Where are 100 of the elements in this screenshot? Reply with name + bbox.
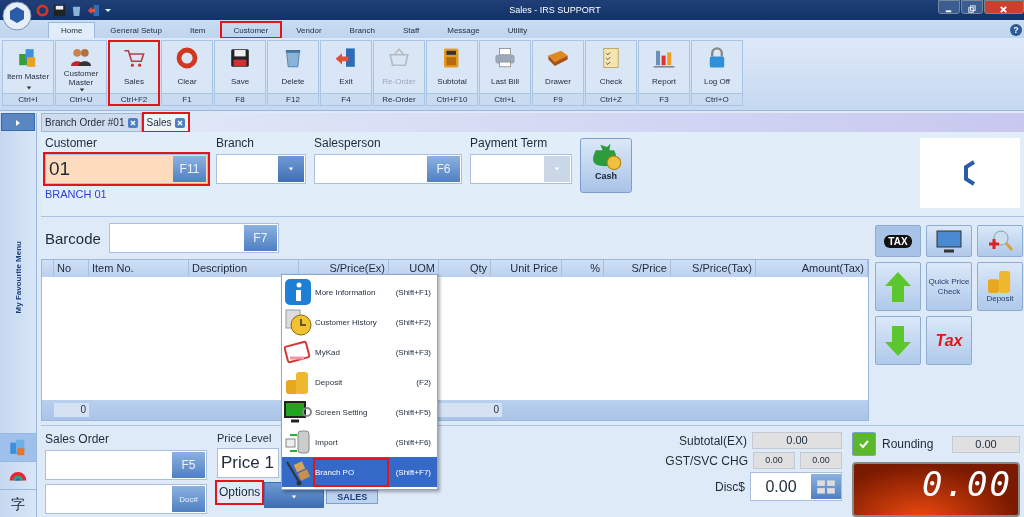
minimize-button[interactable] xyxy=(938,0,960,14)
restore-icon xyxy=(967,5,977,14)
monitor-icon xyxy=(934,229,964,253)
ribbon-button[interactable]: Exit F4 xyxy=(320,40,372,106)
ribbon-tab[interactable]: Item xyxy=(176,22,219,38)
ribbon-button[interactable]: Save F8 xyxy=(214,40,266,106)
column-header[interactable]: % xyxy=(562,260,604,277)
service-charge-value: 0.00 xyxy=(800,452,842,469)
column-header[interactable]: Unit Price xyxy=(491,260,562,277)
field-label: Salesperson xyxy=(314,136,382,150)
field-label: Barcode xyxy=(45,229,101,247)
price-level-field[interactable]: Price 1 xyxy=(217,448,279,478)
door-arrow-icon xyxy=(334,46,358,70)
deposit-button[interactable]: Deposit xyxy=(977,262,1023,311)
quick-price-check-button[interactable]: Quick Price Check xyxy=(926,262,972,311)
rounding-label: Rounding xyxy=(882,437,934,451)
customer-field[interactable]: 01 F11 xyxy=(45,154,208,184)
caret-icon xyxy=(554,166,560,172)
close-icon xyxy=(999,5,1009,14)
field-label: Options xyxy=(217,482,263,503)
database-icon xyxy=(284,428,312,456)
printer-icon xyxy=(493,46,517,70)
ribbon-button[interactable]: Log Off Ctrl+O xyxy=(691,40,743,106)
ribbon-tab[interactable]: Home xyxy=(48,22,96,38)
floppy-icon[interactable] xyxy=(53,3,66,17)
info-icon xyxy=(284,278,312,306)
hand-truck-icon xyxy=(284,458,312,486)
menu-item[interactable]: Deposit (F2) xyxy=(282,367,437,397)
ribbon-button[interactable]: Sales Ctrl+F2 xyxy=(108,40,160,106)
document-tab[interactable]: Branch Order #01 xyxy=(41,113,142,132)
column-header[interactable]: Amount(Tax) xyxy=(756,260,868,277)
document-tab[interactable]: Sales xyxy=(142,113,189,132)
gst-value: 0.00 xyxy=(753,452,795,469)
help-icon[interactable]: ? xyxy=(1010,24,1022,36)
restore-button[interactable] xyxy=(961,0,983,14)
ribbon-button[interactable]: Delete F12 xyxy=(267,40,319,106)
arrow-down-icon xyxy=(883,323,913,358)
tax-toggle-button[interactable]: TAX xyxy=(875,225,921,257)
ribbon-button[interactable]: Drawer F9 xyxy=(532,40,584,106)
row-count: 0 xyxy=(54,403,89,417)
search-button[interactable] xyxy=(977,225,1023,257)
caret-icon xyxy=(288,166,294,172)
menu-item[interactable]: Customer History (Shift+F2) xyxy=(282,307,437,337)
expand-button[interactable] xyxy=(1,113,35,131)
rounding-value: 0.00 xyxy=(952,435,1020,453)
discount-field[interactable]: 0.00 xyxy=(750,472,842,501)
people-icon xyxy=(69,46,93,69)
cash-button[interactable]: Cash xyxy=(580,138,632,193)
ribbon-button[interactable]: Item Master Ctrl+I xyxy=(2,40,54,106)
ribbon-button[interactable]: Check Ctrl+Z xyxy=(585,40,637,106)
close-icon[interactable] xyxy=(174,117,185,128)
ribbon-tab[interactable]: Vendor xyxy=(283,22,335,38)
subtotal-value: 0.00 xyxy=(752,432,842,449)
logo-icon xyxy=(964,160,976,186)
branch-dropdown[interactable] xyxy=(216,154,306,184)
branch-name: BRANCH 01 xyxy=(45,188,108,200)
ribbon-button[interactable]: Last Bill Ctrl+L xyxy=(479,40,531,106)
column-header[interactable]: Qty xyxy=(439,260,491,277)
rounding-checkbox[interactable] xyxy=(852,432,876,456)
keypad-button[interactable] xyxy=(811,474,841,499)
sidebar-title[interactable]: My Favourite Menu xyxy=(13,241,23,314)
keypad-icon xyxy=(815,477,837,496)
column-header[interactable]: S/Price(Tax) xyxy=(671,260,756,277)
ribbon-button[interactable]: Clear F1 xyxy=(161,40,213,106)
field-label: Branch xyxy=(216,136,256,150)
close-icon[interactable] xyxy=(127,117,138,128)
menu-item[interactable]: More Information (Shift+F1) xyxy=(282,277,437,307)
column-header[interactable]: No xyxy=(54,260,89,277)
clock-icon xyxy=(284,308,312,336)
field-label: Customer xyxy=(45,136,98,150)
field-label: Price Level xyxy=(217,432,272,444)
floppy-icon xyxy=(228,46,252,70)
ribbon-tab[interactable]: Staff xyxy=(389,22,433,38)
check-icon xyxy=(858,438,870,450)
ribbon-tab[interactable]: Utility xyxy=(494,22,541,38)
menu-item[interactable]: Import (Shift+F6) xyxy=(282,427,437,457)
field-label: Payment Term xyxy=(470,136,549,150)
caret-icon xyxy=(291,493,298,500)
menu-item[interactable]: Branch PO (Shift+F7) xyxy=(282,457,437,487)
ribbon-button[interactable]: Report F3 xyxy=(638,40,690,106)
menu-item[interactable]: MyKad (Shift+F3) xyxy=(282,337,437,367)
column-header[interactable]: Item No. xyxy=(89,260,189,277)
mode-badge: SALES xyxy=(326,490,379,504)
monitor-gear-icon xyxy=(284,398,312,426)
caret-icon[interactable] xyxy=(104,6,112,14)
column-header[interactable]: S/Price xyxy=(604,260,671,277)
ribbon-button[interactable]: Subtotal Ctrl+F10 xyxy=(426,40,478,106)
ribbon-button[interactable]: Customer Master Ctrl+U xyxy=(55,40,107,106)
field-value: 01 xyxy=(48,158,72,180)
field-label: Sales Order xyxy=(45,432,111,446)
ribbon-tab[interactable]: General Setup xyxy=(97,22,175,38)
ribbon-tab[interactable]: Message xyxy=(434,22,493,38)
charge-label: GST/SVC CHG xyxy=(665,453,748,468)
ribbon-tab[interactable]: Customer xyxy=(220,22,282,38)
close-button[interactable] xyxy=(984,0,1024,14)
chevron-right-icon xyxy=(14,118,22,127)
screen-button[interactable] xyxy=(926,225,972,257)
total-display: 0.00 xyxy=(852,462,1020,517)
window-title: Sales - IRS SUPPORT xyxy=(508,5,601,15)
ribbon-tab[interactable]: Branch xyxy=(336,22,388,38)
